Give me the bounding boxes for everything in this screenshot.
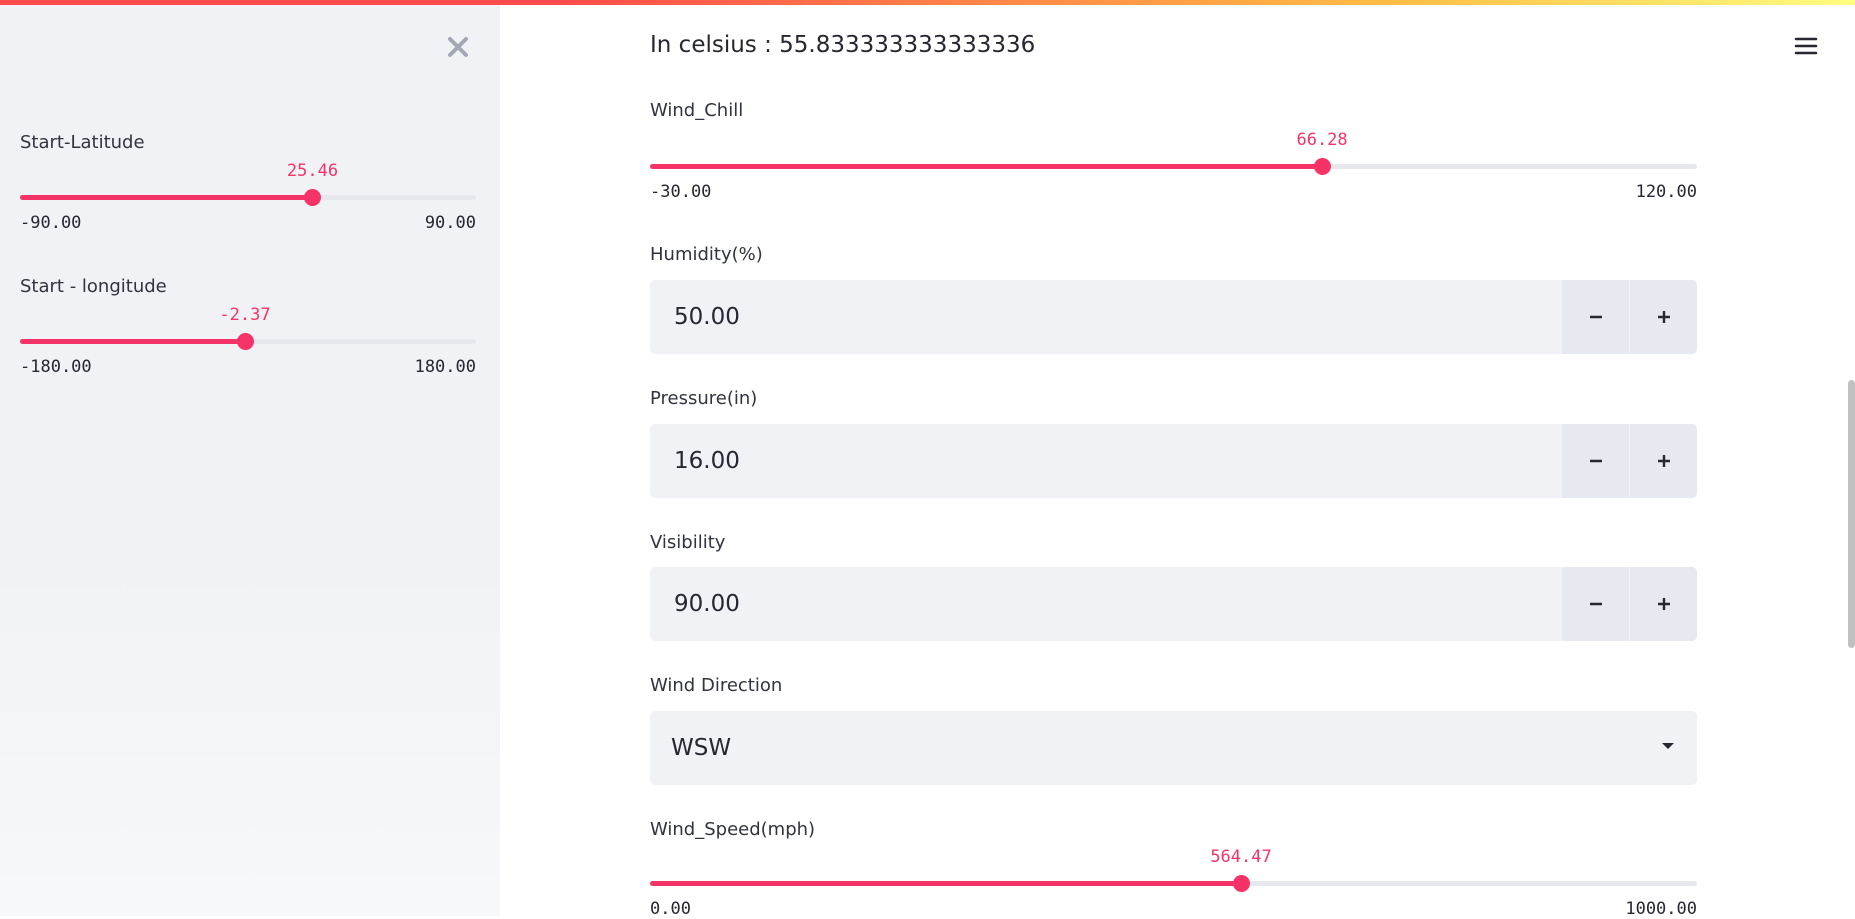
wind-speed-label: Wind_Speed(mph) (650, 819, 816, 840)
pressure-increment-button[interactable] (1630, 424, 1697, 498)
visibility-increment-button[interactable] (1630, 567, 1697, 641)
wind-direction-label: Wind Direction (650, 675, 783, 696)
wind-speed-slider[interactable]: 564.47 0.00 1000.00 (650, 847, 1697, 919)
wind-chill-slider[interactable]: 66.28 -30.00 120.00 (650, 130, 1697, 202)
sidebar: Start-Latitude 25.46 -90.00 90.00 Start … (0, 0, 500, 916)
slider-value: 564.47 (1210, 847, 1272, 867)
minus-icon (1589, 459, 1602, 463)
hamburger-menu-icon (1794, 37, 1818, 55)
plus-icon (1657, 598, 1670, 610)
close-sidebar-button[interactable] (444, 33, 472, 61)
slider-value: 66.28 (1296, 130, 1348, 150)
visibility-decrement-button[interactable] (1562, 567, 1629, 641)
humidity-label: Humidity(%) (650, 244, 763, 265)
slider-fill (20, 339, 245, 344)
wind-chill-label: Wind_Chill (650, 100, 744, 121)
pressure-number-input: 16.00 (650, 424, 1697, 498)
visibility-field[interactable]: 90.00 (650, 567, 1562, 641)
slider-fill (650, 164, 1323, 169)
visibility-number-input: 90.00 (650, 567, 1697, 641)
humidity-field[interactable]: 50.00 (650, 280, 1562, 354)
wind-direction-selected-value: WSW (671, 735, 732, 761)
slider-min: -90.00 (20, 213, 82, 233)
humidity-increment-button[interactable] (1630, 280, 1697, 354)
plus-icon (1657, 311, 1670, 323)
slider-min: -30.00 (650, 182, 712, 202)
slider-value: -2.37 (219, 305, 271, 325)
chevron-down-icon (1662, 743, 1674, 749)
slider-fill (650, 881, 1242, 886)
visibility-label: Visibility (650, 532, 726, 553)
slider-min: 0.00 (650, 899, 691, 919)
slider-thumb[interactable] (1314, 158, 1332, 175)
page-scrollbar[interactable] (1848, 380, 1855, 648)
main-content: In celsius : 55.833333333333336 Wind_Chi… (500, 0, 1855, 919)
humidity-number-input: 50.00 (650, 280, 1697, 354)
slider-max: 180.00 (414, 357, 476, 377)
slider-fill (20, 195, 313, 200)
slider-thumb[interactable] (304, 189, 322, 206)
slider-value: 25.46 (286, 161, 339, 181)
pressure-field[interactable]: 16.00 (650, 424, 1562, 498)
pressure-decrement-button[interactable] (1562, 424, 1629, 498)
pressure-label: Pressure(in) (650, 388, 758, 409)
start-longitude-label: Start - longitude (20, 276, 167, 297)
top-accent-bar (0, 0, 1855, 5)
start-latitude-slider[interactable]: 25.46 -90.00 90.00 (20, 161, 476, 233)
slider-thumb[interactable] (236, 333, 254, 350)
celsius-text: In celsius : 55.833333333333336 (650, 32, 1036, 58)
slider-max: 90.00 (424, 213, 476, 233)
slider-thumb[interactable] (1233, 875, 1251, 892)
slider-min: -180.00 (20, 357, 92, 377)
start-longitude-slider[interactable]: -2.37 -180.00 180.00 (20, 305, 476, 377)
slider-max: 1000.00 (1625, 899, 1697, 919)
main-menu-button[interactable] (1790, 30, 1822, 62)
close-icon (448, 37, 468, 57)
minus-icon (1589, 602, 1602, 606)
minus-icon (1589, 315, 1602, 319)
slider-max: 120.00 (1635, 182, 1697, 202)
wind-direction-select[interactable]: WSW (650, 711, 1697, 785)
humidity-decrement-button[interactable] (1562, 280, 1629, 354)
plus-icon (1657, 455, 1670, 467)
start-latitude-label: Start-Latitude (20, 132, 145, 153)
